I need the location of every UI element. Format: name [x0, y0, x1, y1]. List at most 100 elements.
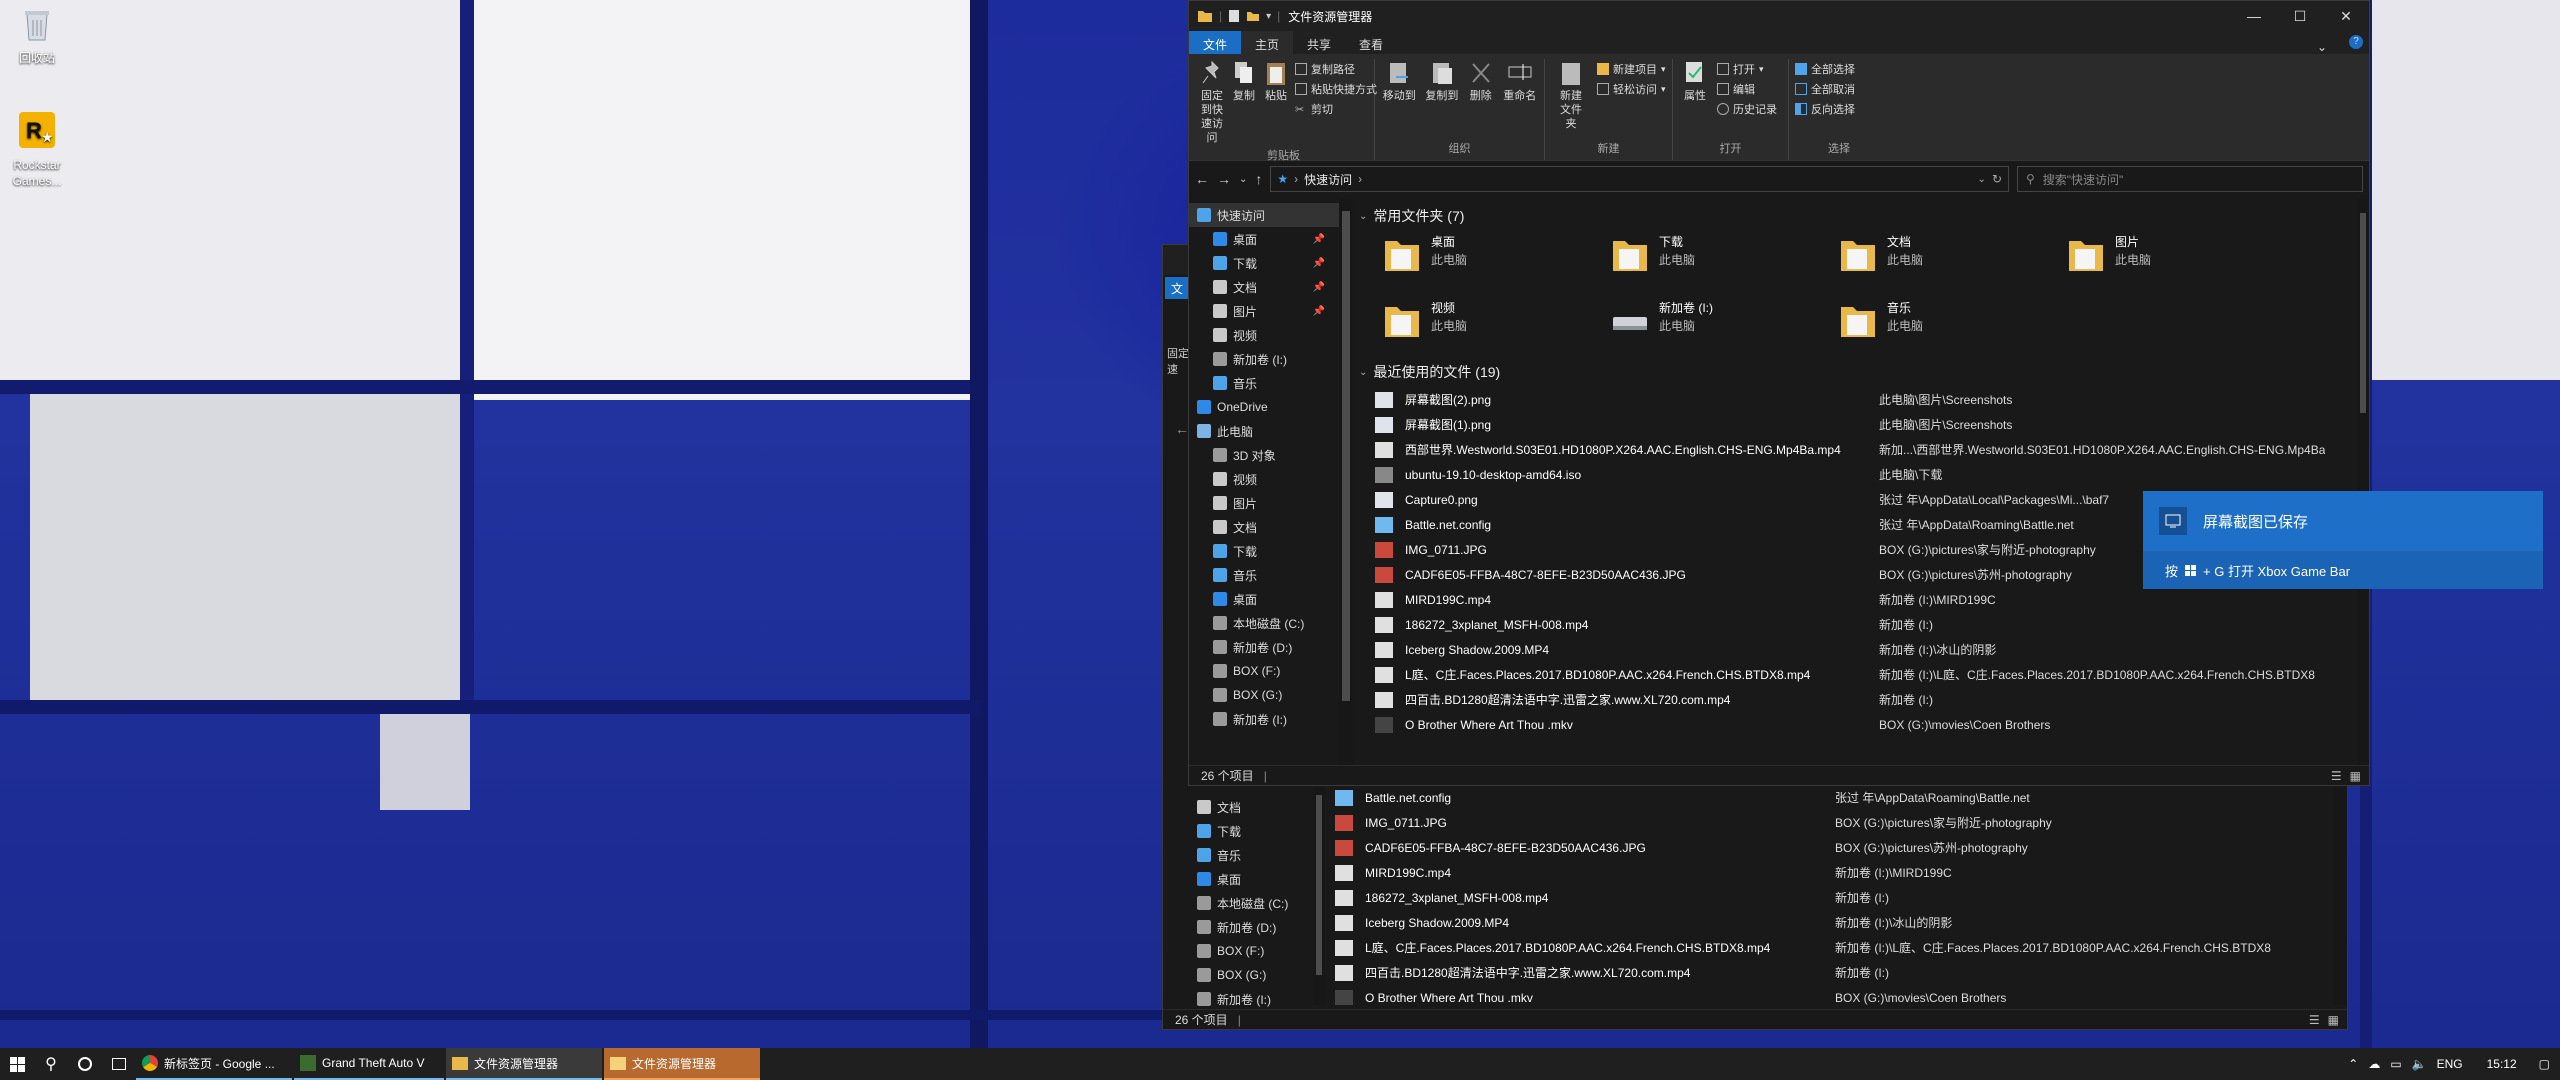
- invert-selection-button[interactable]: 反向选择: [1795, 101, 1855, 117]
- quick-access-toolbar-dropdown[interactable]: ▾: [1266, 11, 1271, 22]
- tiles-view-icon[interactable]: ▦: [2328, 1013, 2339, 1027]
- frequent-folder-item[interactable]: 下载 此电脑: [1611, 227, 1839, 293]
- nav-item[interactable]: 图片 📌: [1189, 299, 1339, 323]
- cortana-button[interactable]: [68, 1048, 102, 1080]
- recent-file-row[interactable]: L庭、C庄.Faces.Places.2017.BD1080P.AAC.x264…: [1335, 935, 2331, 960]
- network-icon[interactable]: ▭: [2390, 1057, 2401, 1071]
- forward-arrow-icon[interactable]: →: [1217, 171, 1231, 187]
- recent-file-row[interactable]: 186272_3xplanet_MSFH-008.mp4 新加卷 (I:): [1375, 612, 2369, 637]
- nav-item[interactable]: 3D 对象: [1189, 443, 1339, 467]
- nav-scrollbar[interactable]: [1339, 199, 1353, 765]
- properties-button[interactable]: 属性: [1679, 59, 1711, 138]
- nav-item[interactable]: 新加卷 (I:): [1173, 987, 1311, 1011]
- nav-item[interactable]: 图片: [1189, 491, 1339, 515]
- select-all-button[interactable]: 全部选择: [1795, 61, 1855, 77]
- volume-icon[interactable]: 🔈: [2412, 1057, 2427, 1071]
- nav-item[interactable]: 视频: [1189, 467, 1339, 491]
- tab-home[interactable]: 主页: [1241, 31, 1294, 54]
- nav-item[interactable]: 快速访问: [1189, 203, 1339, 227]
- recent-file-row[interactable]: 屏幕截图(1).png 此电脑\图片\Screenshots: [1375, 412, 2369, 437]
- taskbar-app-explorer-flashing[interactable]: 文件资源管理器: [604, 1048, 760, 1080]
- move-to-button[interactable]: 移动到: [1381, 59, 1418, 138]
- recent-file-row[interactable]: MIRD199C.mp4 新加卷 (I:)\MIRD199C: [1335, 860, 2331, 885]
- recent-file-row[interactable]: 屏幕截图(2).png 此电脑\图片\Screenshots: [1375, 387, 2369, 412]
- easy-access-button[interactable]: 轻松访问 ▾: [1597, 81, 1666, 97]
- frequent-folder-item[interactable]: 桌面 此电脑: [1383, 227, 1611, 293]
- up-arrow-icon[interactable]: ↑: [1255, 171, 1262, 187]
- recent-file-row[interactable]: IMG_0711.JPG BOX (G:)\pictures\家与附近-photo…: [1335, 810, 2331, 835]
- recent-file-row[interactable]: L庭、C庄.Faces.Places.2017.BD1080P.AAC.x264…: [1375, 662, 2369, 687]
- taskbar-app-chrome[interactable]: 新标签页 - Google ...: [136, 1048, 292, 1080]
- nav-item[interactable]: BOX (F:): [1173, 939, 1311, 963]
- action-center-icon[interactable]: ▢: [2539, 1057, 2550, 1071]
- frequent-folder-item[interactable]: 新加卷 (I:) 此电脑: [1611, 293, 1839, 359]
- edit-button[interactable]: 编辑: [1717, 81, 1777, 97]
- nav-item[interactable]: 文档: [1173, 795, 1311, 819]
- explorer-window[interactable]: | ▾ | 文件资源管理器 — ☐ ✕ 文件 主页 共享 查看 ⌄ ? 固定到快…: [1188, 0, 2370, 786]
- details-view-icon[interactable]: ☰: [2331, 769, 2342, 783]
- address-dropdown-icon[interactable]: ⌄: [1978, 174, 1986, 185]
- frequent-folders-header[interactable]: ⌄ 常用文件夹 (7): [1353, 205, 2369, 227]
- select-none-button[interactable]: 全部取消: [1795, 81, 1855, 97]
- recent-files-header[interactable]: ⌄ 最近使用的文件 (19): [1353, 361, 2369, 383]
- clock[interactable]: 15:12: [2487, 1057, 2517, 1071]
- pin-quick-access-button[interactable]: 固定到快速访问: [1199, 59, 1225, 145]
- nav-item[interactable]: 新加卷 (D:): [1173, 915, 1311, 939]
- nav-item[interactable]: 桌面: [1189, 587, 1339, 611]
- tiles-view-icon[interactable]: ▦: [2350, 769, 2361, 783]
- minimize-button[interactable]: —: [2231, 8, 2277, 25]
- recent-file-row[interactable]: ubuntu-19.10-desktop-amd64.iso 此电脑\下载: [1375, 462, 2369, 487]
- content-scrollbar[interactable]: [2357, 199, 2369, 765]
- help-button[interactable]: ?: [2349, 35, 2363, 49]
- back-nav-scrollbar[interactable]: [1313, 785, 1325, 1005]
- address-bar[interactable]: ★ › 快速访问 › ⌄ ↻: [1270, 166, 2009, 192]
- nav-item[interactable]: 新加卷 (D:): [1189, 635, 1339, 659]
- back-scrollbar[interactable]: [2333, 781, 2347, 1005]
- show-hidden-icons-icon[interactable]: ⌃: [2348, 1057, 2358, 1071]
- paste-button[interactable]: 粘贴: [1263, 59, 1289, 145]
- nav-item[interactable]: 音乐: [1189, 563, 1339, 587]
- breadcrumb[interactable]: 快速访问: [1304, 171, 1352, 188]
- details-view-icon[interactable]: ☰: [2309, 1013, 2320, 1027]
- nav-item[interactable]: 此电脑: [1189, 419, 1339, 443]
- frequent-folder-item[interactable]: 图片 此电脑: [2067, 227, 2295, 293]
- onedrive-icon[interactable]: ☁: [2368, 1057, 2380, 1071]
- frequent-folder-item[interactable]: 视频 此电脑: [1383, 293, 1611, 359]
- tab-share[interactable]: 共享: [1293, 31, 1345, 54]
- nav-item[interactable]: 新加卷 (I:): [1189, 707, 1339, 731]
- rockstar-games-shortcut[interactable]: R ★ Rockstar Games...: [0, 110, 74, 189]
- open-button[interactable]: 打开 ▾: [1717, 61, 1777, 77]
- nav-item[interactable]: 下载 📌: [1189, 251, 1339, 275]
- recent-file-row[interactable]: 186272_3xplanet_MSFH-008.mp4 新加卷 (I:): [1335, 885, 2331, 910]
- nav-item[interactable]: 本地磁盘 (C:): [1189, 611, 1339, 635]
- nav-item[interactable]: 音乐: [1173, 843, 1311, 867]
- copy-to-button[interactable]: 复制到: [1424, 59, 1461, 138]
- screenshot-saved-notification[interactable]: 屏幕截图已保存 按 + G 打开 Xbox Game Bar: [2143, 491, 2543, 589]
- close-button[interactable]: ✕: [2323, 8, 2369, 25]
- language-indicator[interactable]: ENG: [2437, 1057, 2463, 1071]
- back-arrow-icon[interactable]: ←: [1175, 421, 1189, 437]
- rename-button[interactable]: 重命名: [1501, 59, 1538, 138]
- recent-locations-icon[interactable]: ⌄: [1239, 174, 1247, 185]
- nav-item[interactable]: OneDrive: [1189, 395, 1339, 419]
- history-button[interactable]: 历史记录: [1717, 101, 1777, 117]
- tab-file[interactable]: 文件: [1189, 31, 1242, 54]
- recent-file-row[interactable]: 四百击.BD1280超清法语中字.迅雷之家.www.XL720.com.mp4 新…: [1375, 687, 2369, 712]
- back-arrow-icon[interactable]: ←: [1195, 171, 1209, 187]
- collapse-ribbon-icon[interactable]: ⌄: [2303, 35, 2341, 54]
- nav-item[interactable]: 视频: [1189, 323, 1339, 347]
- nav-item[interactable]: 新加卷 (I:): [1189, 347, 1339, 371]
- recent-file-row[interactable]: MIRD199C.mp4 新加卷 (I:)\MIRD199C: [1375, 587, 2369, 612]
- nav-item[interactable]: BOX (G:): [1173, 963, 1311, 987]
- nav-item[interactable]: 文档: [1189, 515, 1339, 539]
- search-button[interactable]: ⚲: [34, 1048, 68, 1080]
- nav-item[interactable]: 桌面: [1173, 867, 1311, 891]
- paste-shortcut-button[interactable]: 粘贴快捷方式: [1295, 81, 1377, 97]
- cut-button[interactable]: ✂ 剪切: [1295, 101, 1377, 117]
- recent-file-row[interactable]: Iceberg Shadow.2009.MP4 新加卷 (I:)\冰山的阴影: [1335, 910, 2331, 935]
- copy-path-button[interactable]: 复制路径: [1295, 61, 1377, 77]
- nav-item[interactable]: BOX (G:): [1189, 683, 1339, 707]
- nav-item[interactable]: 文档 📌: [1189, 275, 1339, 299]
- tab-view[interactable]: 查看: [1345, 31, 1397, 54]
- properties-quick-icon[interactable]: [1228, 9, 1240, 23]
